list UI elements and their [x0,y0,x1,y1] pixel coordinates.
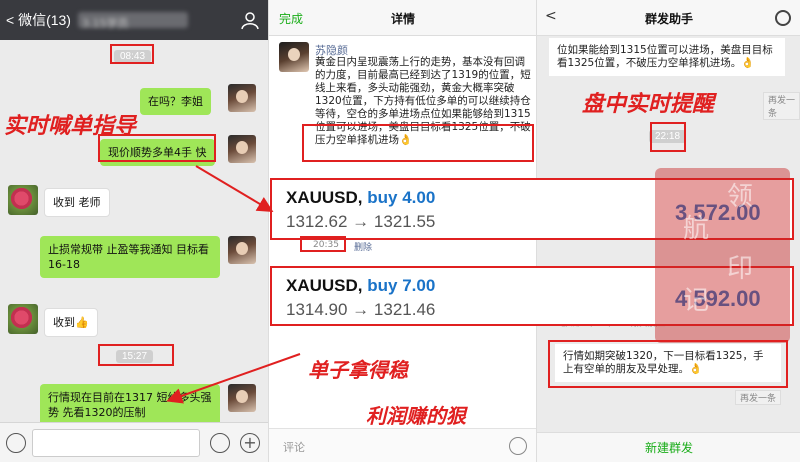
comment-bar: 评论 [269,428,536,462]
plus-icon[interactable]: + [240,433,260,453]
voice-icon[interactable] [6,433,26,453]
avatar[interactable] [8,304,38,334]
assistant-nav-bar: < 群发助手 [537,0,800,36]
trade-symbol: XAUUSD, buy 4.00 [286,188,436,207]
chat-panel: < 微信(13) 3.15学员 08:43 在吗？李姐 现价顺势多单4手 快 收… [0,0,268,462]
resend-button[interactable]: 再发一条 [763,92,800,120]
trade-prices: 1312.62 → 1321.55 [286,212,436,231]
avatar[interactable] [228,135,256,163]
highlight-box [300,236,346,252]
emoji-icon[interactable] [210,433,230,453]
avatar[interactable] [228,236,256,264]
trade-prices: 1314.90 → 1321.46 [286,300,436,319]
person-icon[interactable] [240,10,260,30]
emoji-icon[interactable] [509,437,527,455]
broadcast-message[interactable]: 位如果能给到1315位置可以进场，美盘目目标看1325位置，不破压力空单择机进场… [549,38,785,76]
seal-watermark: 领 航 印 记 [655,168,790,343]
chat-title-blurred: 3.15学员 [78,12,188,30]
avatar[interactable] [279,42,309,72]
callout-text: 实时喊单指导 [4,113,137,139]
resend-button[interactable]: 再发一条 [735,390,782,405]
highlight-box [650,122,686,152]
comment-input[interactable]: 评论 [283,439,305,455]
message-bubble[interactable]: 收到👍 [44,308,98,337]
message-bubble[interactable]: 收到 老师 [44,188,110,217]
gear-icon[interactable] [775,10,791,26]
new-broadcast-button[interactable]: 新建群发 [537,432,800,462]
input-bar: + [0,422,268,462]
avatar[interactable] [228,384,256,412]
message-bubble[interactable]: 行情现在目前在1317 短线多头强势 先看1320的压制 [40,384,220,426]
message-bubble[interactable]: 在吗？李姐 [140,88,211,115]
page-title: 详情 [390,12,415,26]
highlight-box [548,340,788,388]
highlight-box [98,344,174,366]
message-input[interactable] [32,429,200,457]
avatar[interactable] [8,185,38,215]
highlight-box [110,44,154,64]
page-title: 群发助手 [644,12,693,26]
callout-text: 单子拿得稳 [308,358,408,382]
delete-link[interactable]: 删除 [354,240,372,253]
composite-screenshot: < 微信(13) 3.15学员 08:43 在吗？李姐 现价顺势多单4手 快 收… [0,0,800,462]
callout-text: 利润赚的狠 [366,404,466,428]
highlight-box [302,124,534,162]
detail-nav-bar: 完成 详情 [269,0,536,36]
back-button[interactable]: < 微信(13) [6,10,71,30]
callout-text: 盘中实时提醒 [582,91,715,117]
message-bubble[interactable]: 止损常规带 止盈等我通知 目标看16-18 [40,236,220,278]
trade-symbol: XAUUSD, buy 7.00 [286,276,436,295]
avatar[interactable] [228,84,256,112]
chat-nav-bar: < 微信(13) 3.15学员 [0,0,268,40]
